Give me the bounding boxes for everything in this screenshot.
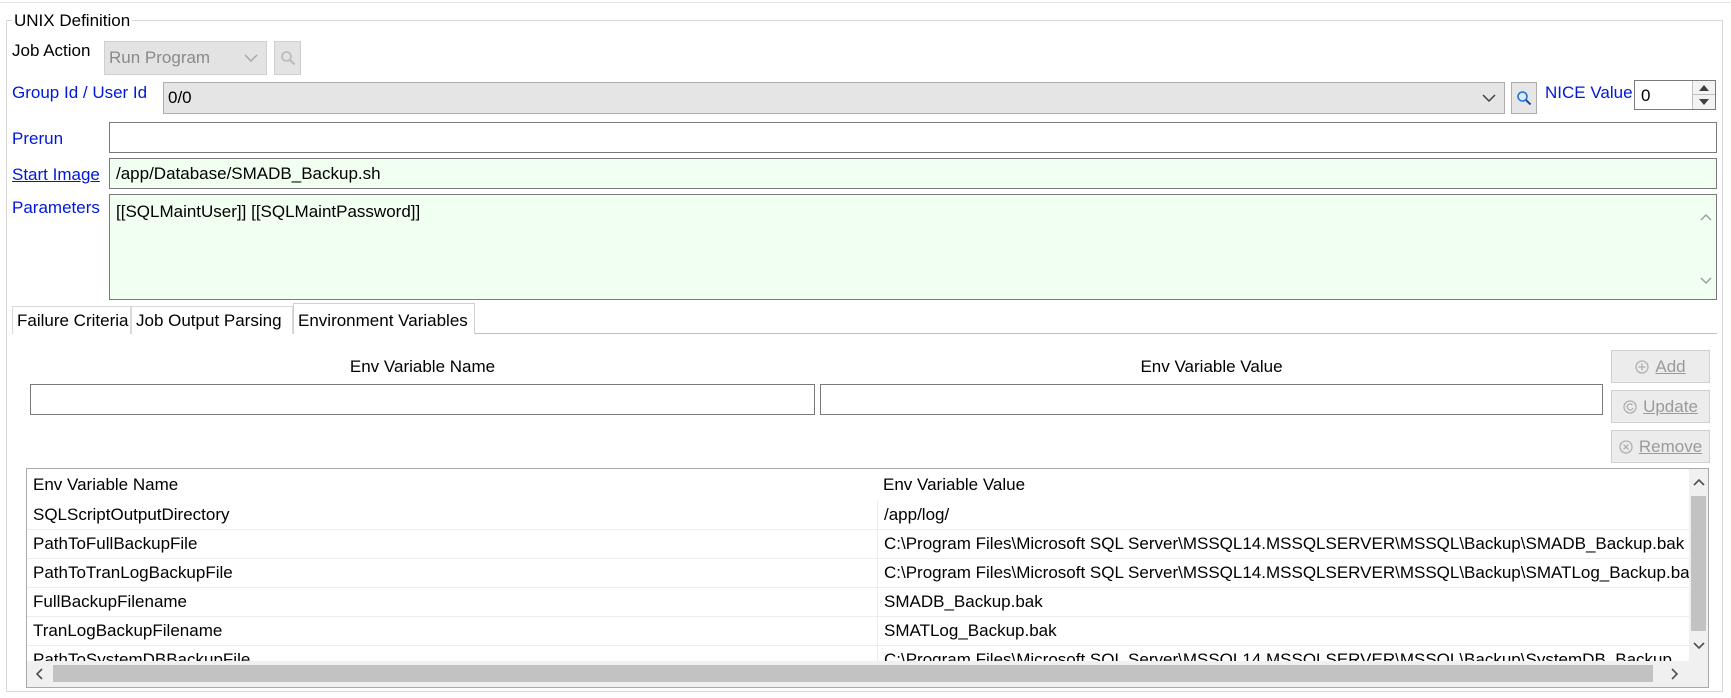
- tab-failure-criteria[interactable]: Failure Criteria: [12, 306, 131, 334]
- prerun-label: Prerun: [12, 129, 64, 148]
- nice-value-stepper[interactable]: 0: [1634, 80, 1716, 110]
- chevron-down-icon[interactable]: [1689, 637, 1708, 655]
- tab-environment-variables[interactable]: Environment Variables: [293, 303, 475, 334]
- update-button[interactable]: Update: [1611, 390, 1710, 423]
- stepper-buttons: [1692, 81, 1715, 109]
- chevron-left-icon[interactable]: [31, 665, 47, 683]
- job-action-dropdown[interactable]: Run Program: [104, 41, 267, 75]
- table-row[interactable]: PathToSystemDBBackupFile C:\Program File…: [27, 646, 1690, 661]
- plus-circle-icon: [1635, 359, 1650, 374]
- start-image-input[interactable]: /app/Database/SMADB_Backup.sh: [109, 158, 1717, 189]
- table-viewport: Env Variable Name Env Variable Value SQL…: [27, 469, 1690, 661]
- tab-job-output-parsing[interactable]: Job Output Parsing: [131, 306, 293, 334]
- parameters-value: [[SQLMaintUser]] [[SQLMaintPassword]]: [116, 202, 421, 221]
- magnifier-icon: [1517, 91, 1532, 106]
- parameters-textarea[interactable]: [[SQLMaintUser]] [[SQLMaintPassword]]: [109, 194, 1717, 300]
- chevron-down-icon: [244, 42, 258, 74]
- horizontal-scrollbar[interactable]: [27, 661, 1690, 687]
- table-row[interactable]: FullBackupFilename SMADB_Backup.bak: [27, 588, 1690, 617]
- chevron-right-icon[interactable]: [1667, 665, 1683, 683]
- row-name-cell: FullBackupFilename: [33, 592, 188, 611]
- top-divider: [0, 2, 1731, 3]
- group-legend: UNIX Definition: [12, 10, 133, 32]
- column-header-value[interactable]: Env Variable Value: [877, 469, 1690, 501]
- group-user-lookup-button[interactable]: [1511, 82, 1537, 114]
- group-user-dropdown[interactable]: 0/0: [163, 82, 1505, 114]
- row-value-cell: SMADB_Backup.bak: [877, 588, 1690, 616]
- parameters-label: Parameters: [12, 198, 100, 217]
- add-button-label: Add: [1655, 356, 1686, 376]
- chevron-up-icon[interactable]: [1689, 473, 1708, 491]
- vertical-scrollbar[interactable]: [1689, 469, 1708, 661]
- update-button-label: Update: [1643, 396, 1698, 416]
- prerun-input[interactable]: [109, 122, 1717, 153]
- scroll-down-icon[interactable]: [1700, 267, 1712, 293]
- row-value-cell: SMATLog_Backup.bak: [877, 617, 1690, 645]
- job-action-label: Job Action: [12, 41, 91, 60]
- chevron-down-icon: [1482, 83, 1496, 113]
- x-circle-icon: [1619, 439, 1633, 454]
- scroll-up-icon[interactable]: [1700, 203, 1712, 229]
- group-user-value: 0/0: [168, 88, 192, 107]
- nice-value-text: 0: [1641, 86, 1651, 105]
- scrollbar-corner: [1689, 661, 1708, 687]
- env-name-header: Env Variable Name: [349, 357, 496, 376]
- env-variables-table: Env Variable Name Env Variable Value SQL…: [26, 468, 1709, 688]
- row-name-cell: SQLScriptOutputDirectory: [33, 505, 230, 524]
- job-action-lookup-button[interactable]: [274, 41, 301, 75]
- row-value-cell: /app/log/: [877, 501, 1690, 529]
- table-row[interactable]: PathToFullBackupFile C:\Program Files\Mi…: [27, 530, 1690, 559]
- remove-button[interactable]: Remove: [1611, 430, 1710, 463]
- horizontal-scroll-thumb[interactable]: [53, 665, 1653, 682]
- column-header-name[interactable]: Env Variable Name: [27, 469, 883, 501]
- vertical-scroll-thumb[interactable]: [1691, 496, 1706, 631]
- row-name-cell: PathToSystemDBBackupFile: [33, 650, 251, 661]
- start-image-link[interactable]: Start Image: [12, 164, 100, 186]
- job-action-value: Run Program: [109, 48, 211, 67]
- env-value-input[interactable]: [820, 384, 1603, 415]
- row-name-cell: PathToFullBackupFile: [33, 534, 198, 553]
- stepper-down-icon[interactable]: [1693, 95, 1715, 109]
- row-name-cell: PathToTranLogBackupFile: [33, 563, 233, 582]
- row-value-cell: C:\Program Files\Microsoft SQL Server\MS…: [877, 646, 1690, 661]
- table-row[interactable]: TranLogBackupFilename SMATLog_Backup.bak: [27, 617, 1690, 646]
- add-button[interactable]: Add: [1611, 350, 1710, 383]
- refresh-circle-icon: [1623, 399, 1637, 414]
- stepper-up-icon[interactable]: [1693, 81, 1715, 95]
- env-name-input[interactable]: [30, 384, 815, 415]
- table-row[interactable]: SQLScriptOutputDirectory /app/log/: [27, 501, 1690, 530]
- env-value-header: Env Variable Value: [1140, 357, 1283, 376]
- group-user-label: Group Id / User Id: [12, 83, 148, 102]
- row-value-cell: C:\Program Files\Microsoft SQL Server\MS…: [877, 559, 1690, 587]
- magnifier-icon: [280, 51, 295, 66]
- nice-value-label: NICE Value: [1545, 83, 1633, 102]
- table-row[interactable]: PathToTranLogBackupFile C:\Program Files…: [27, 559, 1690, 588]
- remove-button-label: Remove: [1638, 436, 1703, 456]
- row-name-cell: TranLogBackupFilename: [33, 621, 223, 640]
- row-value-cell: C:\Program Files\Microsoft SQL Server\MS…: [877, 530, 1690, 558]
